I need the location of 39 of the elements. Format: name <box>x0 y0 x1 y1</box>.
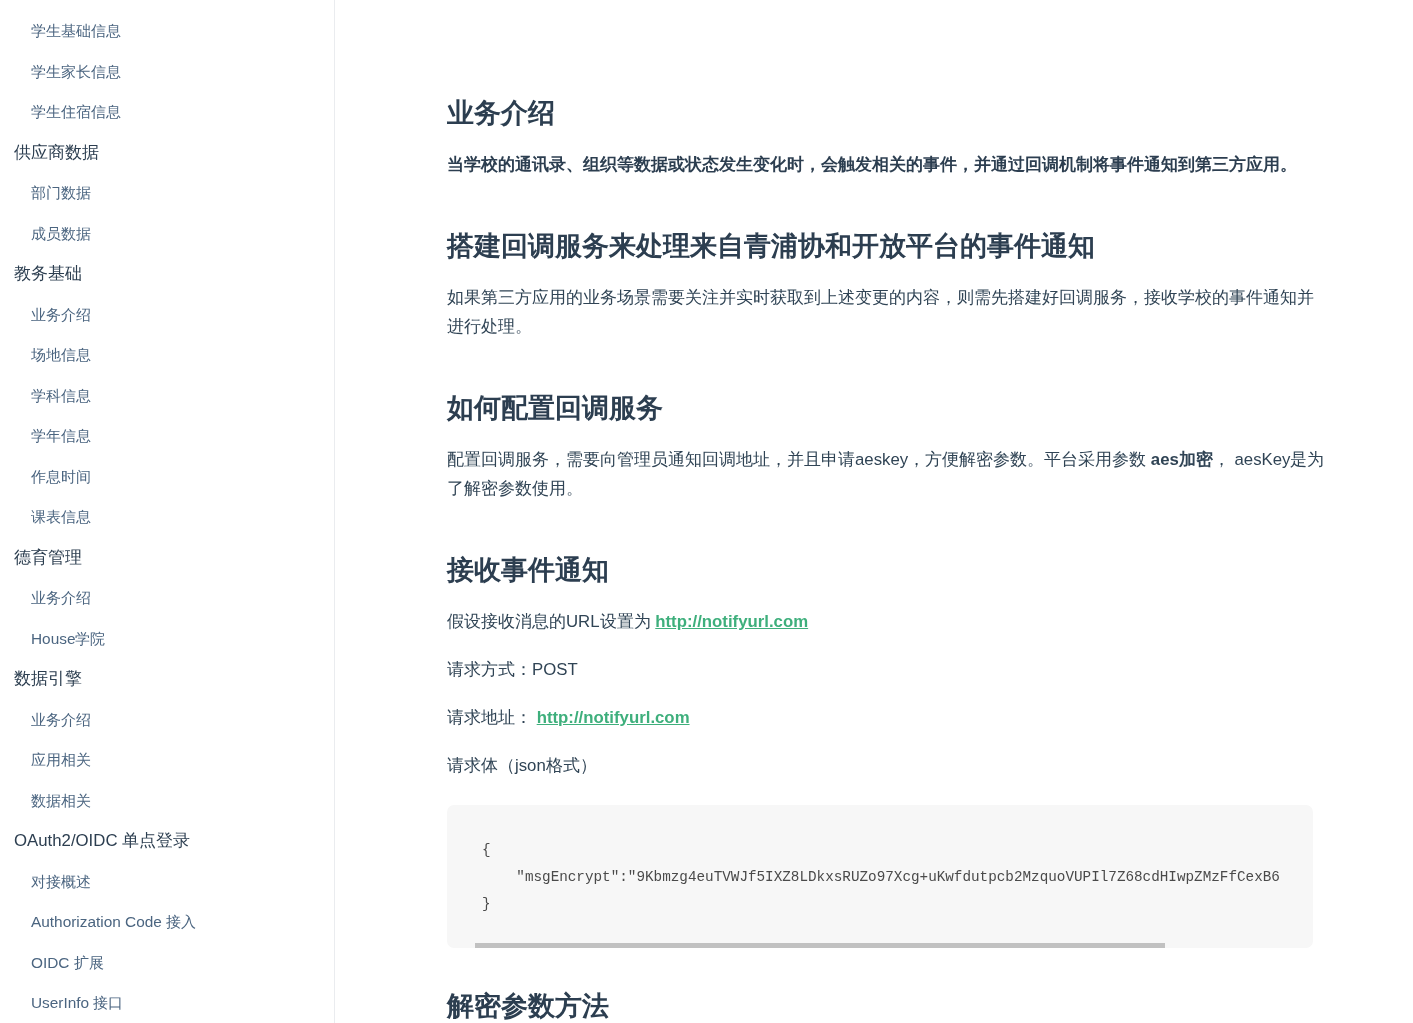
section-heading: 搭建回调服务来处理来自青浦协和开放平台的事件通知 <box>447 232 1095 260</box>
sidebar-link[interactable]: 作息时间 <box>31 465 91 488</box>
sidebar-link[interactable]: 对接概述 <box>31 870 91 893</box>
sidebar-link[interactable]: 部门数据 <box>31 182 91 205</box>
sidebar-link[interactable]: OIDC 扩展 <box>31 951 104 974</box>
paragraph: 如果第三方应用的业务场景需要关注并实时获取到上述变更的内容，则需先搭建好回调服务，接收学校的事件通知并进行处理。 <box>447 287 1315 338</box>
sidebar-link[interactable]: House学院 <box>31 627 106 650</box>
sidebar-group-heading[interactable]: 供应商数据 <box>14 140 99 165</box>
sidebar-link[interactable]: 学生基础信息 <box>31 20 121 43</box>
sidebar-link[interactable]: 学科信息 <box>31 384 91 407</box>
sidebar-link[interactable]: Authorization Code 接入 <box>31 911 197 934</box>
code-text: { "msgEncrypt":"9Kbmzg4euTVWJf5IXZ8LDkxsRUZo97Xcg+uKwfdutpcb2MzquoVUPIl7Z68cdHIwpZMzFfCexB6 } <box>482 841 1280 914</box>
sidebar-link[interactable]: 业务介绍 <box>31 303 91 326</box>
sidebar-link[interactable]: 业务介绍 <box>31 587 91 610</box>
paragraph: 假设接收消息的URL设置为 http://notifyurl.com <box>447 611 810 633</box>
sidebar-link[interactable]: 学生家长信息 <box>31 60 121 83</box>
paragraph: 请求体（json格式） <box>447 755 598 777</box>
section-heading: 如何配置回调服务 <box>447 394 663 422</box>
paragraph: 当学校的通讯录、组织等数据或状态发生变化时，会触发相关的事件，并通过回调机制将事件通知到第三方应用。 <box>447 154 1298 176</box>
sidebar-group-heading[interactable]: 教务基础 <box>14 262 82 287</box>
sidebar-link[interactable]: 场地信息 <box>31 344 91 367</box>
sidebar-group-heading[interactable]: 数据引擎 <box>14 667 82 692</box>
sidebar-group-heading[interactable]: OAuth2/OIDC 单点登录 <box>14 829 191 854</box>
sidebar-link[interactable]: 业务介绍 <box>31 708 91 731</box>
paragraph: 请求地址： http://notifyurl.com <box>447 707 691 729</box>
sidebar-link[interactable]: 数据相关 <box>31 789 91 812</box>
scrollbar-thumb[interactable] <box>475 943 1165 948</box>
sidebar-link[interactable]: 学年信息 <box>31 425 91 448</box>
sidebar-link[interactable]: 应用相关 <box>31 749 91 772</box>
section-heading: 接收事件通知 <box>447 556 609 584</box>
sidebar-link[interactable]: 学生住宿信息 <box>31 101 121 124</box>
sidebar-link[interactable]: UserInfo 接口 <box>31 992 124 1015</box>
sidebar-link[interactable]: 成员数据 <box>31 222 91 245</box>
paragraph: 请求方式：POST <box>447 659 579 681</box>
sidebar-link[interactable]: 课表信息 <box>31 506 91 529</box>
section-heading: 业务介绍 <box>447 99 555 127</box>
section-heading: 解密参数方法 <box>447 992 609 1020</box>
sidebar-group-heading[interactable]: 德育管理 <box>14 545 82 570</box>
paragraph: 配置回调服务，需要向管理员通知回调地址，并且申请aeskey，方便解密参数。平台采用参数 aes加密， aesKey是为了解密参数使用。 <box>447 449 1326 500</box>
